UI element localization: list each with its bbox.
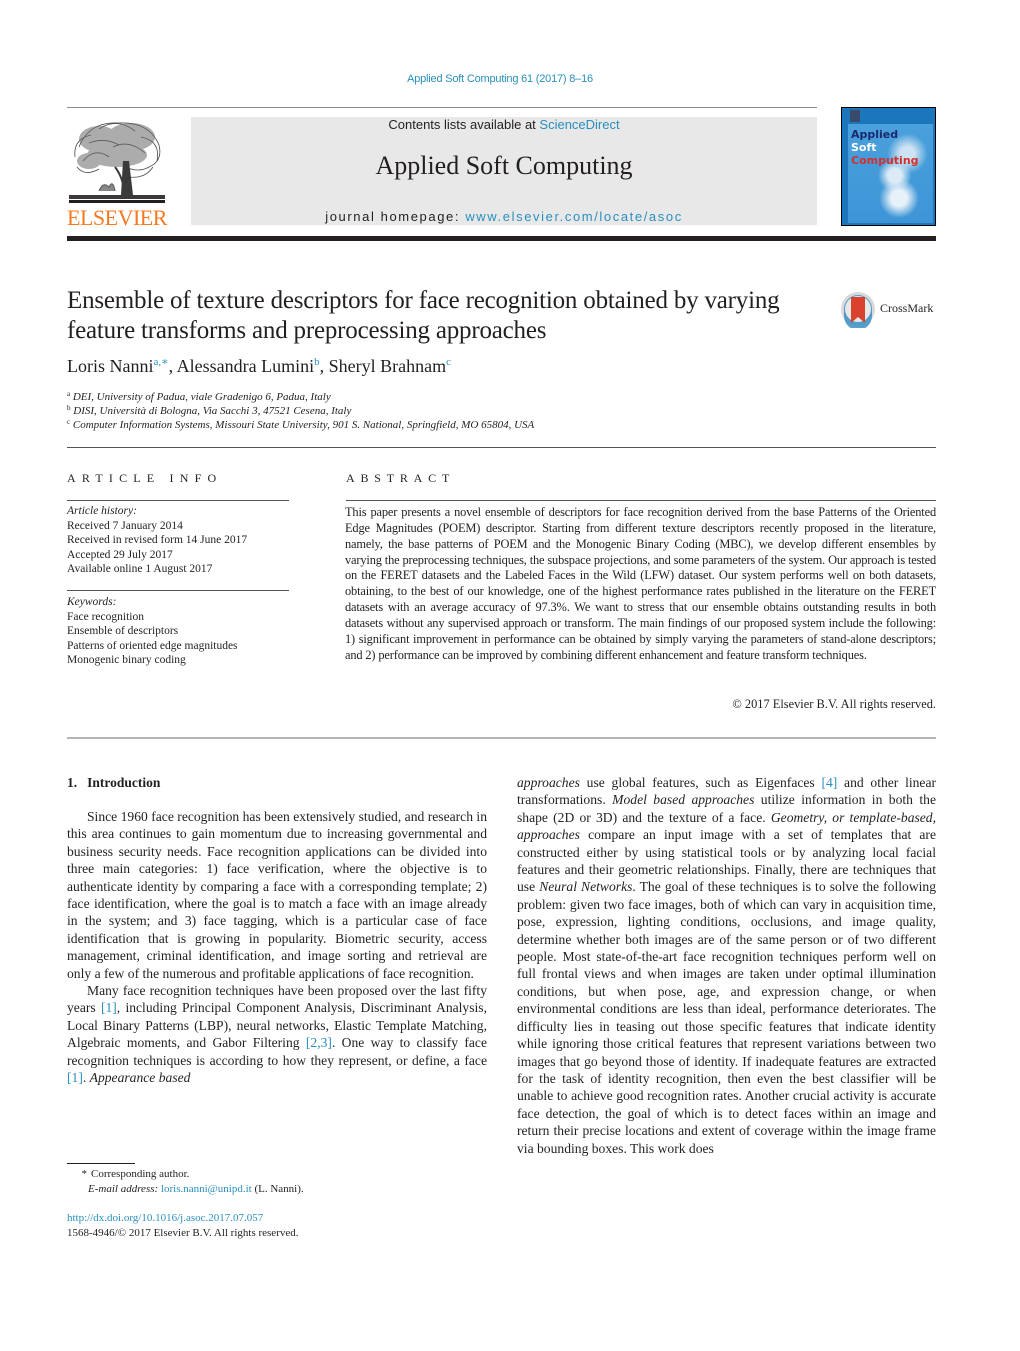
text-run: . The goal of these techniques is to sol… [517,879,937,1156]
email-label: E-mail address: [88,1182,159,1195]
history-label: Article history: [67,505,137,517]
emphasis: Model based approaches [612,792,755,808]
doi-block: http://dx.doi.org/10.1016/j.asoc.2017.07… [67,1211,299,1240]
affiliation-text: DEI, University of Padua, viale Gradenig… [72,391,331,403]
body-column-left: Since 1960 face recognition has been ext… [67,808,487,1087]
journal-homepage-link[interactable]: www.elsevier.com/locate/asoc [465,209,682,224]
top-rule [67,107,817,108]
history-item: Accepted 29 July 2017 [67,548,173,561]
article-title: Ensemble of texture descriptors for face… [67,287,780,344]
abstract-text: This paper presents a novel ensemble of … [345,505,936,662]
affiliation-key: a [67,390,71,398]
email-suffix: (L. Nanni). [251,1182,304,1195]
sciencedirect-link[interactable]: ScienceDirect [539,117,619,132]
paragraph: approaches use global features, such as … [517,774,936,1157]
author-list: Loris Nannia,∗, Alessandra Luminib, Sher… [67,356,451,376]
keyword-item: Ensemble of descriptors [67,625,179,637]
author-name[interactable]: Alessandra Lumini [177,356,314,376]
keywords-rule [67,590,289,591]
history-item: Received in revised form 14 June 2017 [67,534,248,546]
keywords-label: Keywords: [67,596,117,608]
section-divider [67,447,936,448]
author-affiliation-marker[interactable]: b [314,356,320,368]
paragraph: Many face recognition techniques have be… [67,982,487,1086]
affiliation-text: DISI, Università di Bologna, Via Sacchi … [73,405,352,417]
homepage-line: journal homepage: www.elsevier.com/locat… [191,209,817,224]
abstract-rule [346,500,936,501]
contents-line: Contents lists available at ScienceDirec… [191,117,817,132]
history-item: Received 7 January 2014 [67,519,183,532]
author-name[interactable]: Loris Nanni [67,356,153,376]
elsevier-logo[interactable]: ELSEVIER [67,117,167,230]
section-title: Introduction [87,775,161,790]
history-item: Available online 1 August 2017 [67,563,213,575]
affiliation-key: c [67,418,71,426]
crossmark-label: CrossMark [880,301,934,315]
journal-masthead: Contents lists available at ScienceDirec… [191,117,817,225]
keywords: Keywords: Face recognition Ensemble of d… [67,595,238,668]
footnote: * Corresponding author. E-mail address: l… [67,1167,304,1196]
paragraph: Since 1960 face recognition has been ext… [67,809,487,981]
affiliation-item: b DISI, Università di Bologna, Via Sacch… [67,404,534,418]
abstract-heading: ABSTRACT [346,471,456,485]
footnote-rule [67,1163,135,1164]
crossmark-icon [841,292,875,328]
issn-copyright: 1568-4946/© 2017 Elsevier B.V. All right… [67,1226,299,1239]
cover-title-line3: Computing [851,154,919,167]
section-number: 1. [67,775,78,790]
body-column-right: approaches use global features, such as … [517,774,936,1157]
keyword-item: Face recognition [67,610,144,623]
article-info-heading: ARTICLE INFO [67,471,223,485]
body-divider [67,737,936,739]
affiliations: a DEI, University of Padua, viale Graden… [67,390,534,432]
doi-link[interactable]: http://dx.doi.org/10.1016/j.asoc.2017.07… [67,1212,263,1224]
keyword-item: Monogenic binary coding [67,654,186,666]
citation-link[interactable]: [1] [67,1070,83,1085]
author-affiliation-marker[interactable]: c [446,356,451,368]
crossmark-badge[interactable]: CrossMark [840,290,940,330]
emphasis: Appearance based [89,1070,191,1086]
journal-cover-thumbnail[interactable]: Applied Soft Computing [841,107,936,226]
email-link[interactable]: loris.nanni@unipd.it [161,1183,252,1195]
keyword-item: Patterns of oriented edge magnitudes [67,639,238,652]
corresponding-author-note: Corresponding author. [91,1168,190,1180]
footnote-marker: * [81,1168,88,1180]
cover-emblem-icon [850,110,860,122]
citation-link[interactable]: [2,3] [306,1035,332,1050]
abstract-copyright: © 2017 Elsevier B.V. All rights reserved… [732,697,936,711]
text-run: use global features, such as Eigenfaces [579,775,822,790]
header-divider [67,236,936,241]
affiliation-item: a DEI, University of Padua, viale Graden… [67,390,534,404]
journal-title: Applied Soft Computing [375,151,633,180]
article-history: Article history: Received 7 January 2014… [67,504,247,577]
author-affiliation-marker[interactable]: a,∗ [153,356,168,368]
cover-title-line2: Soft [851,141,877,154]
cover-title-line1: Applied [851,128,899,141]
citation-link[interactable]: [1] [101,1000,117,1015]
homepage-prefix: journal homepage: [325,209,466,224]
affiliation-key: b [67,404,71,412]
elsevier-wordmark: ELSEVIER [67,205,167,230]
contents-prefix: Contents lists available at [388,117,540,132]
text-run: . [82,1070,90,1086]
author-name[interactable]: Sheryl Brahnam [329,356,446,376]
affiliation-item: c Computer Information Systems, Missouri… [67,418,534,432]
citation-link[interactable]: [4] [821,775,837,790]
emphasis: approaches [517,775,580,790]
journal-reference[interactable]: Applied Soft Computing 61 (2017) 8–16 [0,73,1000,85]
emphasis: Neural Networks [539,879,633,895]
elsevier-tree-icon [69,122,165,203]
article-info-rule [67,500,289,501]
affiliation-text: Computer Information Systems, Missouri S… [72,419,535,431]
section-heading: 1. Introduction [67,775,160,791]
